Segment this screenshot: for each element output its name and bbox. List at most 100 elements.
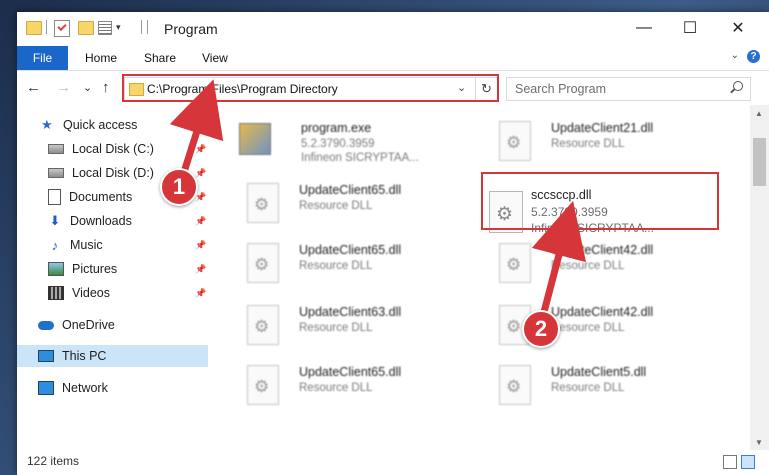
list-item[interactable]: program.exe 5.2.3790.3959 Infineon SICRY…	[231, 113, 471, 169]
expand-ribbon-icon[interactable]: ⌄	[731, 50, 739, 61]
dll-file-icon	[247, 183, 279, 223]
file-type: Resource DLL	[551, 382, 625, 394]
documents-icon	[48, 189, 61, 205]
scrollbar-thumb[interactable]	[753, 138, 766, 186]
pin-icon[interactable]: 📌	[195, 288, 206, 299]
list-item[interactable]: UpdateClient5.dll Resource DLL	[491, 357, 731, 413]
sidebar-item-videos[interactable]: Videos	[48, 282, 110, 304]
file-name: UpdateClient65.dll	[299, 243, 402, 257]
list-item[interactable]: UpdateClient65.dll Resource DLL	[239, 235, 479, 291]
search-placeholder: Search Program	[515, 82, 607, 96]
dll-file-icon	[499, 243, 531, 283]
tab-share[interactable]: Share	[144, 51, 176, 65]
sidebar-item-label: OneDrive	[62, 318, 115, 332]
dll-file-icon	[499, 365, 531, 405]
file-version: 5.2.3790.3959	[301, 138, 375, 150]
file-tab[interactable]: File	[17, 46, 68, 70]
sidebar-item-documents[interactable]: Documents	[48, 186, 132, 208]
sidebar-item-label: Local Disk (D:)	[72, 166, 154, 180]
help-icon[interactable]: ?	[747, 50, 760, 63]
properties-icon[interactable]	[98, 21, 112, 35]
vertical-scrollbar[interactable]: ▲ ▼	[750, 105, 769, 450]
toolbar-separator	[46, 20, 47, 34]
callout-1-badge: 1	[160, 168, 198, 206]
sidebar-item-this-pc[interactable]: This PC	[17, 345, 208, 367]
pin-icon[interactable]: 📌	[195, 168, 206, 179]
minimize-button[interactable]: —	[621, 12, 667, 44]
list-item[interactable]: UpdateClient63.dll Resource DLL	[239, 297, 479, 353]
sidebar-item-label: Local Disk (C:)	[72, 142, 154, 156]
search-input[interactable]: Search Program	[506, 77, 751, 101]
sidebar-item-label: Network	[62, 381, 108, 395]
ribbon: File Home Share View ⌄ ?	[17, 46, 769, 71]
sidebar-item-label: Videos	[72, 286, 110, 300]
folder-icon[interactable]	[26, 21, 42, 35]
list-item[interactable]: UpdateClient21.dll Resource DLL	[491, 113, 731, 169]
navigation-pane: ★ Quick access Local Disk (C:) 📌 Local D…	[17, 112, 209, 457]
maximize-button[interactable]: ☐	[667, 12, 713, 44]
file-type: Resource DLL	[299, 322, 373, 334]
item-count: 122 items	[27, 454, 80, 468]
sidebar-item-onedrive[interactable]: OneDrive	[38, 314, 115, 336]
file-type: Resource DLL	[551, 138, 625, 150]
sidebar-item-label: This PC	[62, 349, 107, 363]
file-highlight	[481, 172, 719, 230]
dll-file-icon	[247, 243, 279, 283]
pin-icon[interactable]: 📌	[195, 264, 206, 275]
sidebar-item-label: Downloads	[70, 214, 132, 228]
forward-button[interactable]: →	[56, 79, 71, 96]
pin-icon[interactable]: 📌	[195, 216, 206, 227]
close-button[interactable]: ✕	[715, 12, 761, 44]
computer-icon	[38, 350, 54, 362]
file-type: Resource DLL	[299, 382, 373, 394]
sidebar-item-label: Pictures	[72, 262, 118, 276]
drive-icon	[48, 168, 64, 178]
sidebar-item-pictures[interactable]: Pictures	[48, 258, 117, 280]
downloads-icon: ⬇	[49, 213, 61, 228]
file-name: UpdateClient65.dll	[299, 365, 402, 379]
music-icon: ♪	[51, 237, 59, 253]
cloud-icon	[38, 320, 54, 330]
dll-file-icon	[247, 305, 279, 345]
chevron-down-icon[interactable]: ▾	[116, 22, 121, 33]
file-name: program.exe	[301, 121, 372, 135]
address-bar-highlight	[122, 74, 499, 102]
sidebar-item-downloads[interactable]: ⬇ Downloads	[48, 210, 132, 232]
new-folder-icon[interactable]	[78, 21, 94, 35]
scroll-down-icon[interactable]: ▼	[755, 438, 763, 447]
pin-icon[interactable]: 📌	[195, 240, 206, 251]
sidebar-item-local-disk-c[interactable]: Local Disk (C:)	[48, 138, 154, 160]
tab-view[interactable]: View	[202, 51, 228, 65]
large-icons-view-icon[interactable]	[741, 455, 755, 469]
details-view-icon[interactable]	[723, 455, 737, 469]
sidebar-item-quick-access[interactable]: ★ Quick access	[41, 114, 137, 136]
file-name: UpdateClient21.dll	[551, 121, 654, 135]
file-list: program.exe 5.2.3790.3959 Infineon SICRY…	[223, 105, 750, 450]
toolbar-separator	[147, 20, 148, 34]
recent-locations-button[interactable]: ⌄	[83, 81, 92, 94]
scroll-up-icon[interactable]: ▲	[755, 109, 763, 118]
sidebar-item-label: Quick access	[63, 118, 138, 132]
drive-icon	[48, 144, 64, 154]
dll-file-icon	[499, 121, 531, 161]
up-button[interactable]: ↑	[102, 79, 110, 96]
sidebar-item-music[interactable]: ♪ Music	[48, 234, 103, 256]
network-icon	[38, 381, 54, 395]
file-type: Resource DLL	[551, 260, 625, 272]
list-item[interactable]: UpdateClient65.dll Resource DLL	[239, 357, 479, 413]
back-button[interactable]: ←	[26, 79, 41, 96]
videos-icon	[48, 286, 64, 300]
sidebar-item-local-disk-d[interactable]: Local Disk (D:)	[48, 162, 154, 184]
pin-icon[interactable]: 📌	[195, 144, 206, 155]
sidebar-item-label: Documents	[69, 190, 133, 204]
search-icon[interactable]	[733, 81, 743, 91]
status-bar: 122 items	[17, 450, 769, 475]
sidebar-item-label: Music	[70, 238, 103, 252]
tab-home[interactable]: Home	[85, 51, 117, 65]
list-item[interactable]: UpdateClient42.dll Resource DLL	[491, 235, 731, 291]
sidebar-item-network[interactable]: Network	[38, 377, 108, 399]
pictures-icon	[48, 262, 64, 276]
list-item[interactable]: UpdateClient65.dll Resource DLL	[239, 175, 479, 231]
star-icon: ★	[41, 117, 53, 132]
checkmark-icon[interactable]	[54, 20, 70, 37]
